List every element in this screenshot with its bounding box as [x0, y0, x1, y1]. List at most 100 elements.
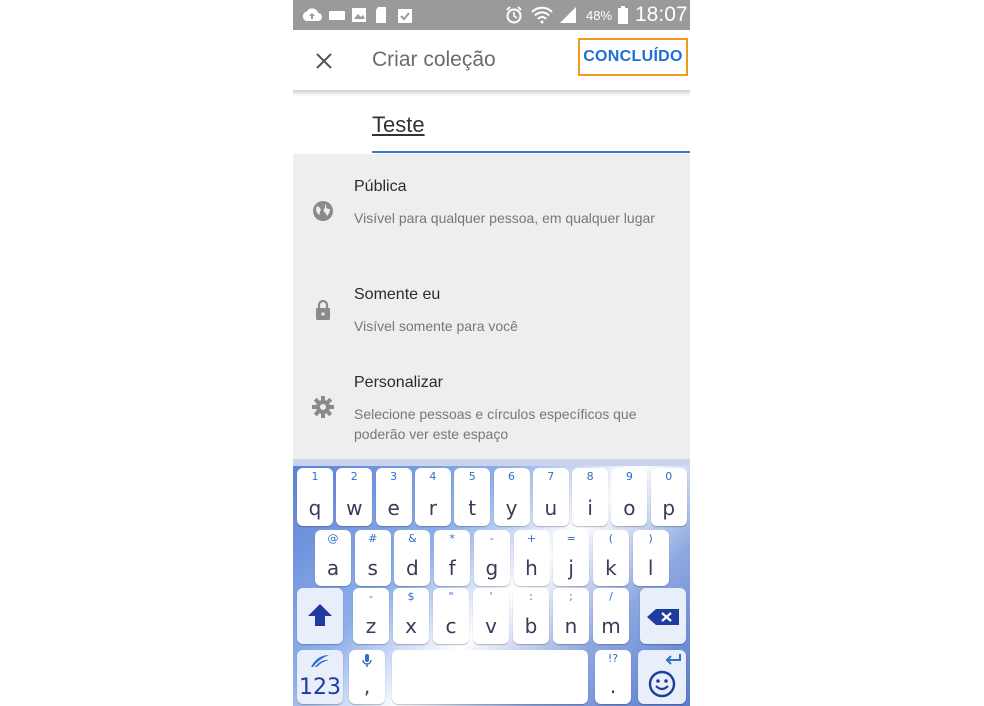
key-secondary-label: ' — [489, 590, 493, 603]
key-k[interactable]: (k — [592, 530, 629, 586]
key-label: y — [505, 496, 518, 520]
key-label: e — [387, 496, 400, 520]
key-secondary-label: 4 — [429, 470, 437, 483]
key-label: c — [445, 614, 457, 638]
key-label: v — [485, 614, 497, 638]
key-g[interactable]: -g — [473, 530, 510, 586]
collection-name-input[interactable]: Teste — [372, 112, 425, 138]
key-secondary-label: 6 — [508, 470, 515, 483]
key-secondary-label: 5 — [468, 470, 476, 483]
key-label: f — [448, 556, 456, 580]
key-secondary-label: / — [609, 590, 613, 603]
page-title: Criar coleção — [372, 48, 496, 71]
keyboard-top-bar — [293, 459, 690, 466]
option-public[interactable]: Pública Visível para qualquer pessoa, em… — [293, 174, 690, 274]
option-only-me[interactable]: Somente eu Visível somente para você — [293, 282, 690, 362]
key-secondary-label: = — [566, 532, 576, 545]
key-u[interactable]: 7u — [532, 468, 569, 526]
keyboard-status-icon — [329, 11, 345, 20]
shift-arrow-icon — [308, 604, 332, 626]
key-secondary-label: 3 — [390, 470, 398, 483]
shift-key[interactable] — [297, 588, 343, 644]
phone-screen: 48% 18:07 Criar coleção CONCLUÍDO Teste … — [293, 0, 690, 706]
period-key-label: . — [609, 674, 617, 698]
key-m[interactable]: / m — [593, 588, 629, 644]
key-label: w — [346, 496, 363, 520]
lock-icon — [316, 299, 330, 320]
period-key[interactable]: !? . — [595, 650, 631, 704]
enter-emoji-key[interactable] — [638, 650, 686, 704]
clock: 18:07 — [635, 3, 688, 26]
key-w[interactable]: 2w — [336, 468, 373, 526]
key-h[interactable]: + h — [513, 530, 550, 586]
microphone-icon — [362, 654, 372, 667]
key-t[interactable]: 5t — [454, 468, 491, 526]
key-label: z — [365, 614, 377, 638]
key-secondary-label: & — [408, 532, 417, 545]
key-secondary-label: 0 — [665, 470, 673, 483]
key-label: t — [468, 496, 477, 520]
key-p[interactable]: 0p — [650, 468, 687, 526]
key-secondary-label: # — [368, 532, 378, 545]
key-q[interactable]: 1q — [297, 468, 333, 526]
status-bar: 48% 18:07 — [293, 0, 690, 30]
comma-key-label: , — [363, 674, 371, 698]
enter-arrow-icon — [665, 654, 681, 665]
key-d[interactable]: & d — [394, 530, 431, 586]
key-j[interactable]: = j — [553, 530, 590, 586]
key-a[interactable]: @ a — [315, 530, 351, 586]
key-secondary-label: ) — [648, 532, 653, 545]
key-secondary-label: : — [529, 590, 533, 603]
key-secondary-label: - — [489, 532, 494, 545]
key-x[interactable]: $ x — [393, 588, 429, 644]
option-custom-title: Personalizar — [354, 374, 443, 391]
key-label: m — [601, 614, 621, 638]
key-b[interactable]: :b — [513, 588, 549, 644]
key-l[interactable]: ) l — [632, 530, 669, 586]
alarm-icon — [506, 6, 522, 24]
key-secondary-label: $ — [407, 590, 415, 603]
battery-percent: 48% — [586, 8, 613, 23]
key-f[interactable]: * f — [434, 530, 471, 586]
collection-name-row: Teste — [293, 96, 690, 154]
key-i[interactable]: 8i — [572, 468, 609, 526]
key-secondary-label: * — [449, 532, 455, 545]
key-s[interactable]: # s — [354, 530, 391, 586]
key-r[interactable]: 4r — [414, 468, 451, 526]
key-label: o — [623, 496, 636, 520]
key-n[interactable]: ; n — [553, 588, 589, 644]
key-label: h — [525, 556, 538, 580]
key-label: i — [587, 496, 593, 520]
cloud-upload-icon — [302, 8, 322, 21]
signal-icon — [560, 7, 576, 23]
option-custom[interactable]: Personalizar Selecione pessoas e círculo… — [293, 370, 690, 460]
key-label: k — [605, 556, 617, 580]
key-secondary-label: 7 — [547, 470, 555, 483]
numbers-key-label: 123 — [299, 675, 341, 700]
close-icon[interactable] — [311, 48, 337, 74]
key-label: u — [544, 496, 558, 520]
key-label: a — [326, 556, 340, 580]
key-label: x — [405, 614, 417, 638]
backspace-icon — [647, 609, 679, 625]
key-secondary-label: + — [526, 532, 537, 545]
key-y[interactable]: 6y — [493, 468, 530, 526]
key-v[interactable]: ' v — [473, 588, 509, 644]
space-key[interactable] — [392, 650, 588, 704]
key-secondary-label: 9 — [625, 470, 633, 483]
key-secondary-label: 2 — [350, 470, 358, 483]
key-e[interactable]: 3e — [375, 468, 412, 526]
on-screen-keyboard: 123 , !? . 1 q 2 w 3 e 4 r 5 t 6 y 7 u 8 i 9 o 0 p @ a # s — [293, 459, 690, 706]
key-z[interactable]: -z — [353, 588, 389, 644]
numbers-key[interactable]: 123 — [297, 650, 343, 704]
key-secondary-label: 1 — [311, 470, 319, 483]
option-only-me-description: Visível somente para você — [354, 318, 518, 334]
done-button[interactable]: CONCLUÍDO — [578, 38, 688, 76]
comma-key[interactable]: , — [349, 650, 385, 704]
key-o[interactable]: 9o — [611, 468, 648, 526]
backspace-key[interactable] — [640, 588, 686, 644]
visibility-options-panel: Pública Visível para qualquer pessoa, em… — [293, 154, 690, 459]
key-label: j — [568, 556, 574, 580]
smiley-icon — [648, 670, 676, 698]
key-c[interactable]: " c — [433, 588, 469, 644]
